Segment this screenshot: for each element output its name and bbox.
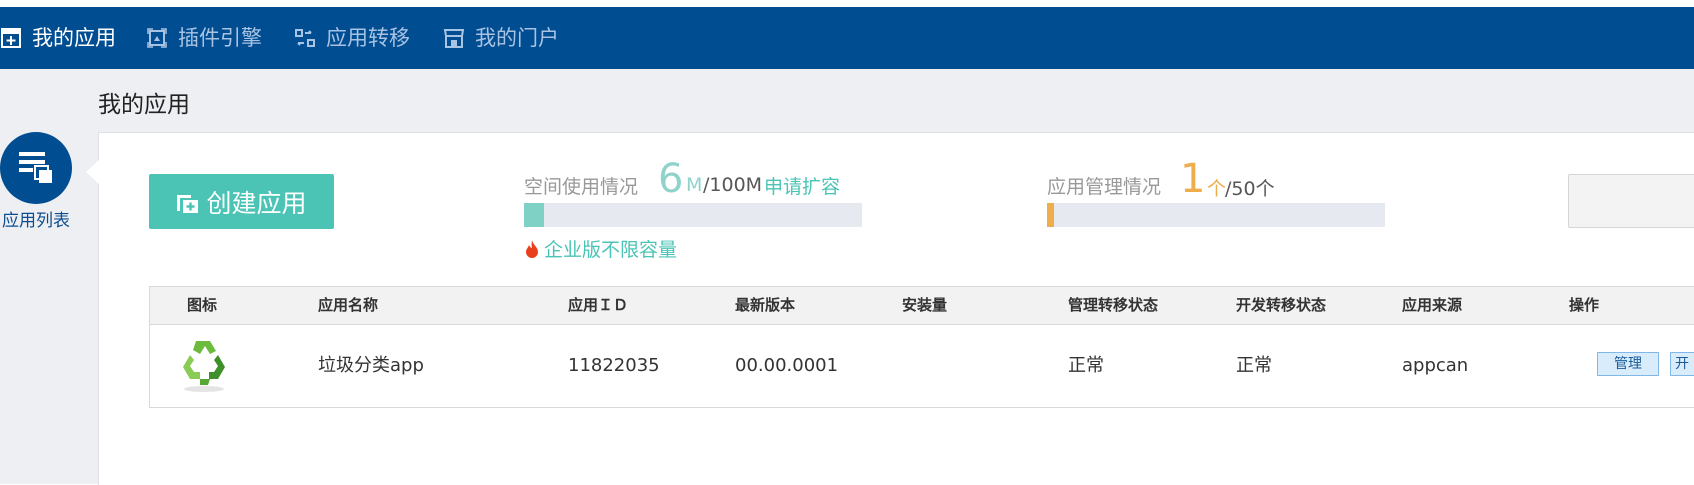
nav-label: 应用转移 [326, 26, 410, 50]
app-list-icon [17, 147, 55, 189]
col-header-name: 应用名称 [318, 296, 379, 314]
cell-source: appcan [1402, 355, 1469, 376]
cell-version: 00.00.0001 [735, 355, 839, 376]
nav-item-app-transfer[interactable]: 应用转移 [294, 7, 410, 69]
col-header-dev-status: 开发转移状态 [1236, 296, 1327, 314]
col-header-source: 应用来源 [1402, 296, 1463, 314]
cell-mgmt-status: 正常 [1068, 355, 1104, 376]
app-mgmt-label: 应用管理情况 [1047, 176, 1162, 198]
space-used-unit: M [686, 174, 703, 196]
plugin-icon [146, 27, 168, 49]
nav-label: 我的应用 [32, 26, 116, 50]
table-header: 图标 应用名称 应用ＩＤ 最新版本 安装量 管理转移状态 开发转移状态 应用来源… [150, 287, 1694, 325]
sidebar-app-list-label[interactable]: 应用列表 [0, 206, 72, 231]
cell-app-name[interactable]: 垃圾分类app [318, 325, 424, 407]
nav-item-plugin-engine[interactable]: 插件引擎 [146, 7, 262, 69]
manage-button[interactable]: 管理 [1597, 352, 1659, 376]
panel-pointer [86, 160, 99, 184]
space-usage-label: 空间使用情况 [524, 176, 639, 198]
app-table: 图标 应用名称 应用ＩＤ 最新版本 安装量 管理转移状态 开发转移状态 应用来源… [149, 286, 1694, 408]
create-app-label: 创建应用 [206, 188, 307, 218]
app-mgmt-used-unit: 个 [1207, 178, 1227, 200]
search-box[interactable] [1568, 174, 1694, 228]
app-mgmt-total: /50个 [1225, 178, 1275, 200]
recycle-icon [178, 337, 230, 393]
col-header-mgmt-status: 管理转移状态 [1068, 296, 1159, 314]
enterprise-note: 企业版不限容量 [524, 235, 677, 262]
app-mgmt-fill [1047, 203, 1054, 227]
col-header-installs: 安装量 [902, 296, 948, 314]
col-header-version: 最新版本 [735, 296, 796, 314]
cell-dev-status: 正常 [1236, 355, 1272, 376]
nav-item-my-portal[interactable]: 我的门户 [443, 7, 559, 69]
store-icon [443, 27, 465, 49]
page-title: 我的应用 [98, 92, 190, 118]
nav-item-my-apps[interactable]: 我的应用 [0, 7, 116, 69]
transfer-icon [294, 27, 316, 49]
develop-button[interactable]: 开 [1670, 352, 1694, 376]
nav-label: 插件引擎 [178, 26, 262, 50]
col-header-id: 应用ＩＤ [568, 296, 629, 314]
nav-label: 我的门户 [475, 26, 559, 50]
app-plus-icon [0, 27, 22, 49]
flame-icon [524, 239, 540, 259]
space-total: /100M [703, 174, 763, 196]
create-app-icon [176, 191, 200, 213]
space-usage-bar [524, 203, 862, 227]
create-app-button[interactable]: 创建应用 [149, 174, 334, 229]
sidebar-app-list-button[interactable] [0, 132, 72, 204]
col-header-icon: 图标 [187, 296, 218, 314]
app-mgmt-bar [1047, 203, 1385, 227]
cell-app-id: 11822035 [568, 355, 660, 376]
request-expansion-link[interactable]: 申请扩容 [764, 172, 840, 199]
space-used-value: 6 [658, 156, 684, 202]
enterprise-note-text[interactable]: 企业版不限容量 [544, 235, 677, 262]
app-mgmt-used-value: 1 [1180, 156, 1206, 202]
col-header-actions: 操作 [1569, 296, 1600, 314]
space-usage-fill [524, 203, 544, 227]
top-navigation: 我的应用 插件引擎 应用转移 我的门户 [0, 7, 1694, 69]
